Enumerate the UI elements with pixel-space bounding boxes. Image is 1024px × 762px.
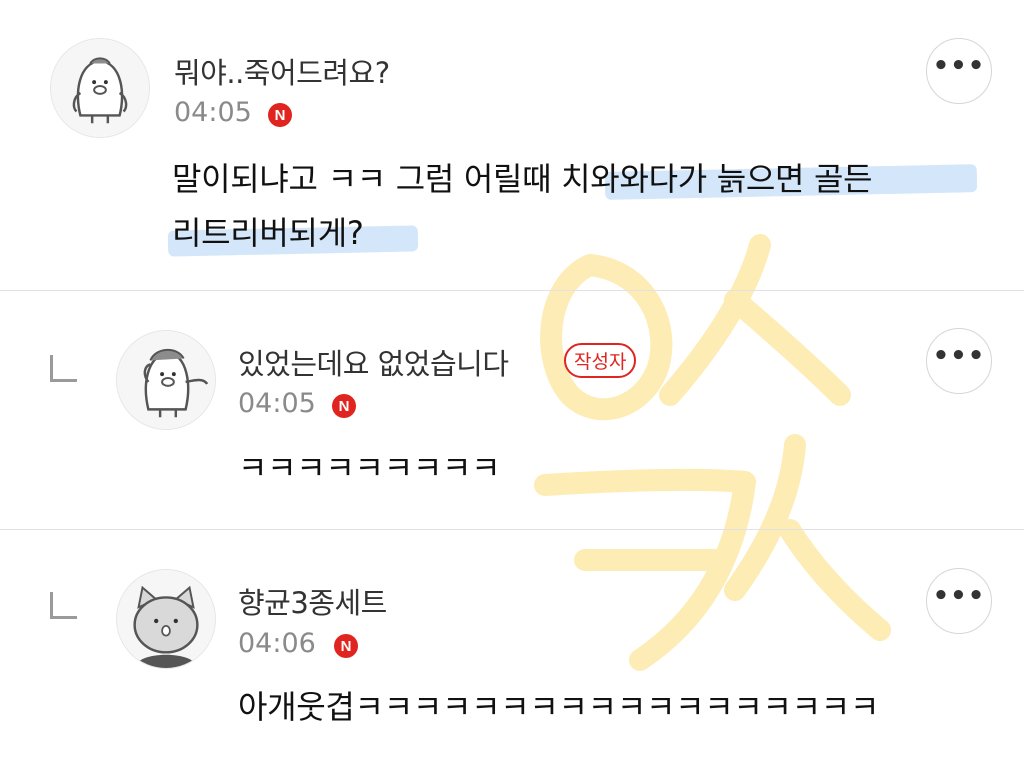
comment-nickname[interactable]: 있었는데요 없었습니다 xyxy=(238,341,509,383)
comment-text-line: 리트리버되게? xyxy=(172,214,364,252)
comment-nickname[interactable]: 향균3종세트 xyxy=(238,580,387,622)
more-options-button[interactable]: ••• xyxy=(926,568,992,634)
reply-comment-item: 향균3종세트 04:06 N 아개웃겹ㅋㅋㅋㅋㅋㅋㅋㅋㅋㅋㅋㅋㅋㅋㅋㅋㅋㅋ ••… xyxy=(0,530,1024,762)
penguin-icon xyxy=(51,39,149,137)
reply-arrow-icon xyxy=(50,355,77,382)
avatar[interactable] xyxy=(116,569,216,669)
author-badge: 작성자 xyxy=(564,343,637,378)
avatar[interactable] xyxy=(116,330,216,430)
more-dots-icon: ••• xyxy=(932,341,986,371)
comment-text-line: ㅋㅋㅋㅋㅋㅋㅋㅋㅋ xyxy=(238,449,501,487)
comment-text-line: 아개웃겹ㅋㅋㅋㅋㅋㅋㅋㅋㅋㅋㅋㅋㅋㅋㅋㅋㅋㅋ xyxy=(238,688,880,726)
reply-comment-item: 있었는데요 없었습니다 작성자 04:05 N ㅋㅋㅋㅋㅋㅋㅋㅋㅋ ••• xyxy=(0,291,1024,529)
cat-icon xyxy=(117,570,215,668)
more-dots-icon: ••• xyxy=(932,51,986,81)
more-dots-icon: ••• xyxy=(932,581,986,611)
comment-item: 뭐야..죽어드려요? 04:05 N 말이되냐고 ㅋㅋ 그럼 어릴때 치와와다가… xyxy=(0,0,1024,290)
comment-text-line: 말이되냐고 ㅋㅋ 그럼 어릴때 치와와다가 늙으면 골든 xyxy=(172,160,873,198)
comment-time: 04:05 xyxy=(238,388,316,419)
more-options-button[interactable]: ••• xyxy=(926,38,992,104)
penguin-wave-icon xyxy=(117,331,215,429)
new-badge: N xyxy=(334,634,358,658)
avatar[interactable] xyxy=(50,38,150,138)
more-options-button[interactable]: ••• xyxy=(926,328,992,394)
reply-arrow-icon xyxy=(50,592,77,619)
comment-nickname[interactable]: 뭐야..죽어드려요? xyxy=(174,50,390,92)
comment-time: 04:05 xyxy=(174,97,252,128)
new-badge: N xyxy=(332,394,356,418)
comment-time: 04:06 xyxy=(238,628,316,659)
new-badge: N xyxy=(268,103,292,127)
